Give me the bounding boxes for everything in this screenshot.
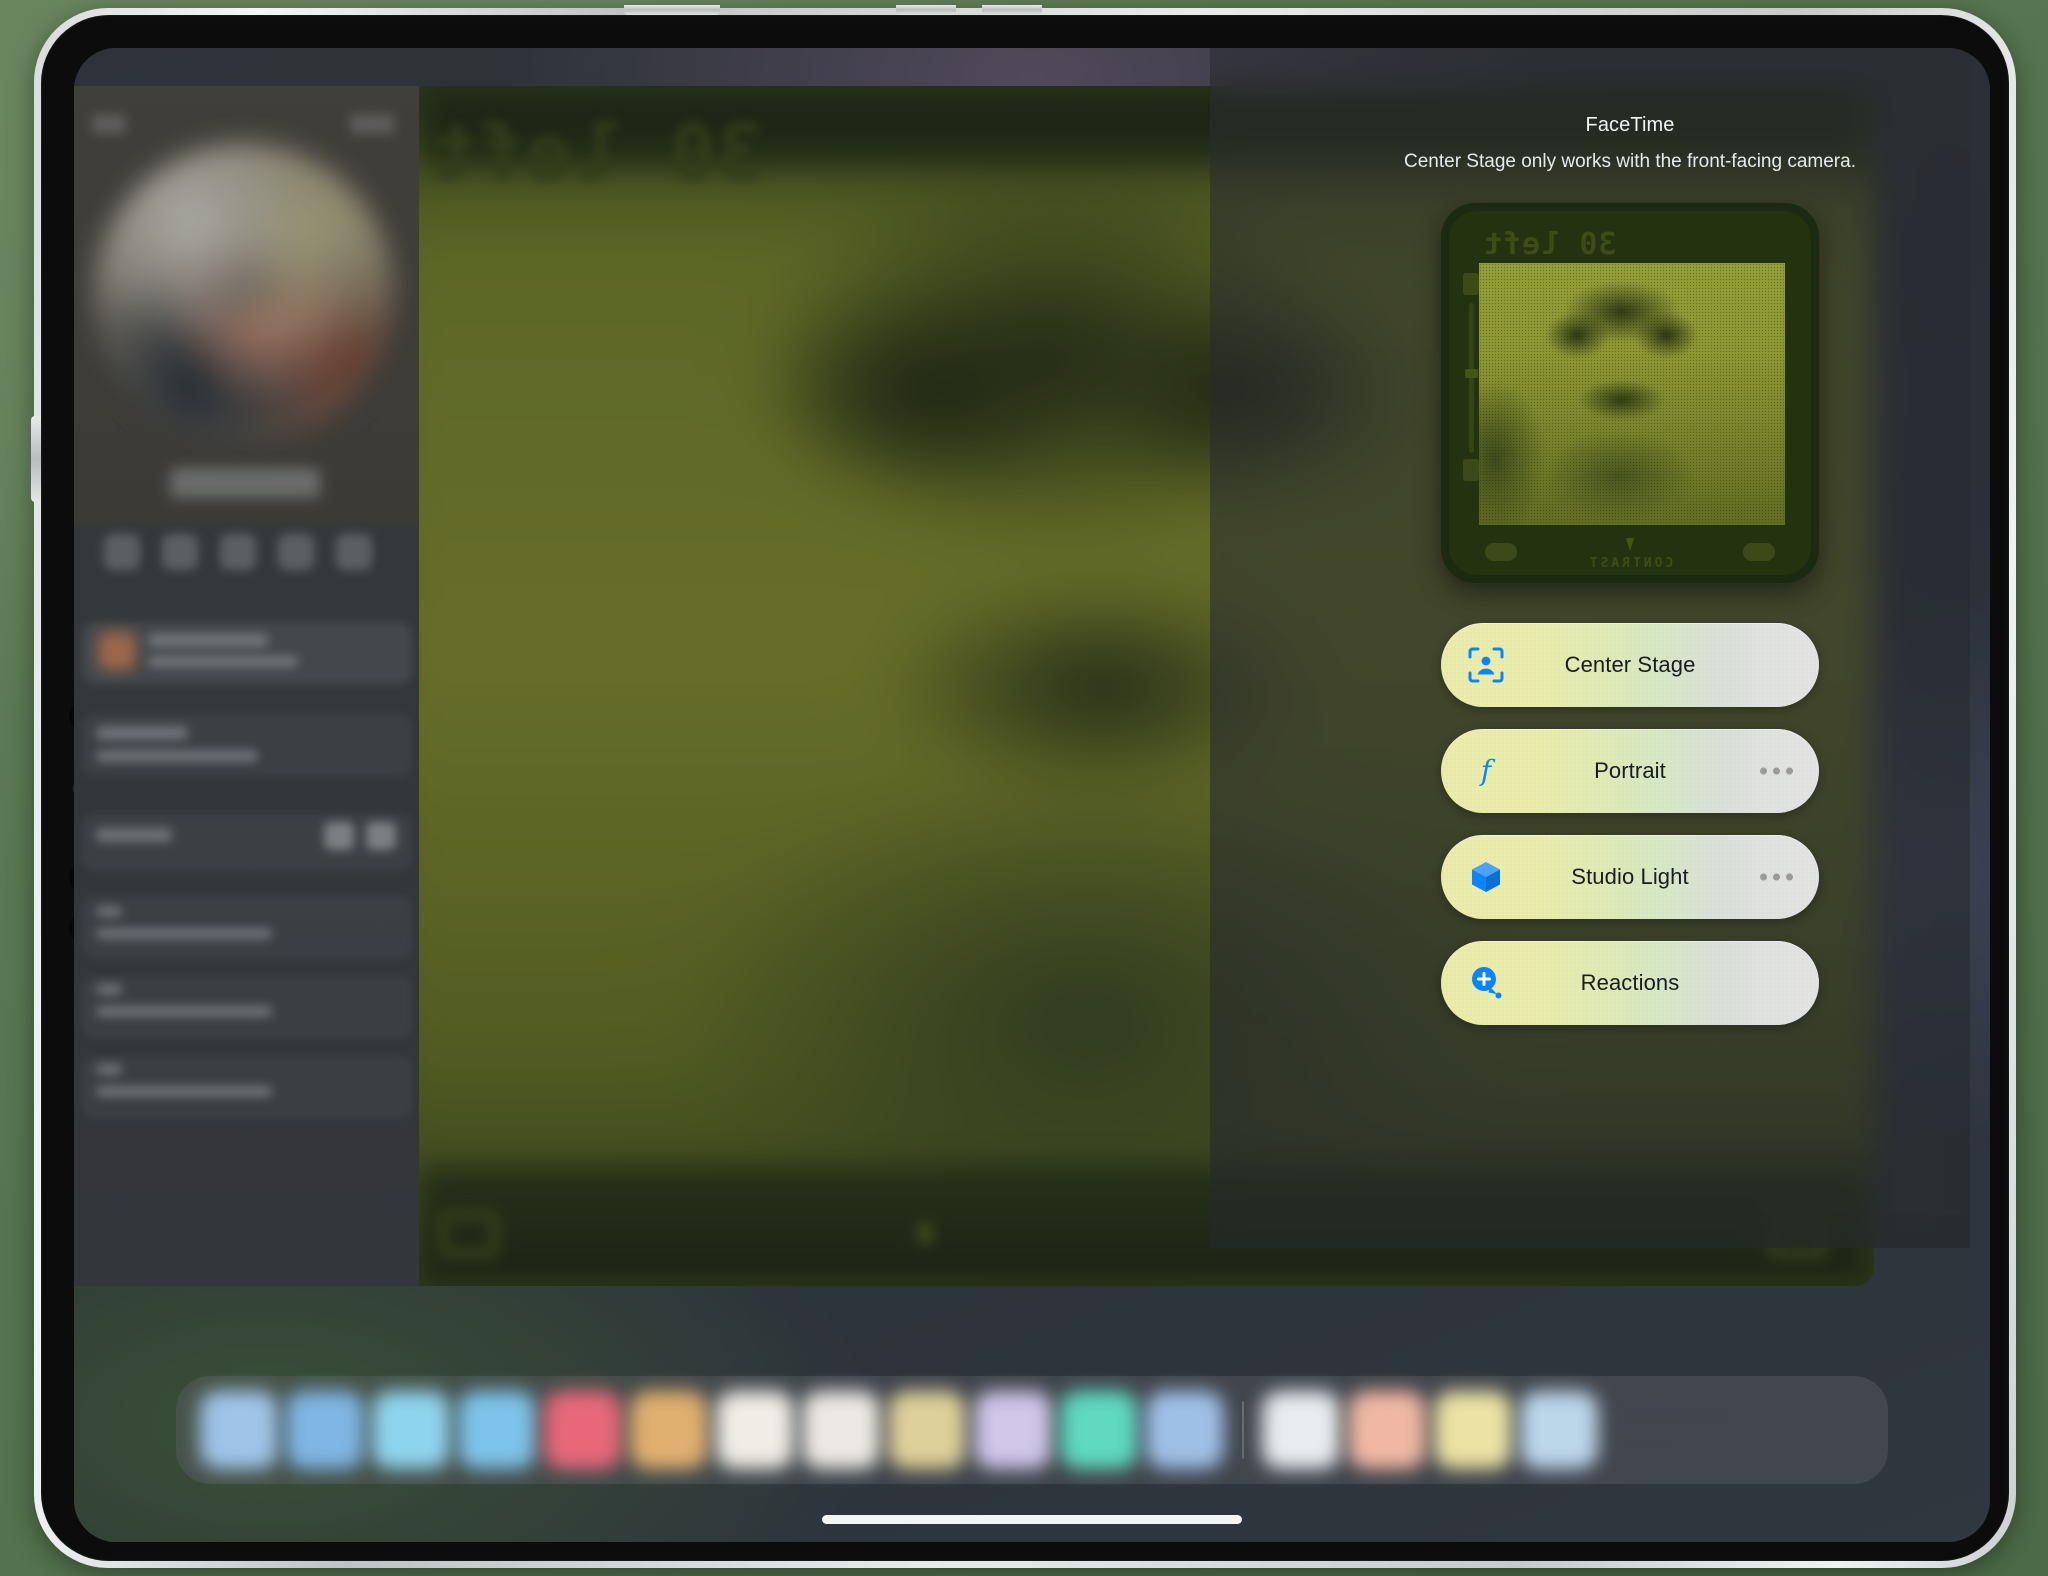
contact-action-mail-icon[interactable] xyxy=(278,534,314,570)
preview-screen: 30 left CONTRAST xyxy=(1449,211,1811,575)
list-item-label xyxy=(96,906,122,917)
dock-app-icon[interactable] xyxy=(630,1391,708,1469)
effects-list: Center Stage f Portrait Studio Light Rea… xyxy=(1441,623,1819,1025)
dock-app-icon[interactable] xyxy=(544,1391,622,1469)
effect-button-portrait[interactable]: f Portrait xyxy=(1441,729,1819,813)
dock-recent-app-icon[interactable] xyxy=(1348,1391,1426,1469)
center-stage-icon xyxy=(1465,644,1507,686)
device-bezel: 30 left FaceTime Center Stage only works… xyxy=(41,15,2009,1561)
effect-button-studio-light[interactable]: Studio Light xyxy=(1441,835,1819,919)
dock-recent-app-icon[interactable] xyxy=(1520,1391,1598,1469)
video-feed-bracket-right xyxy=(1768,1210,1828,1258)
video-feed-overlay-text: 30 left xyxy=(429,108,764,197)
dock-app-icon[interactable] xyxy=(286,1391,364,1469)
dock[interactable] xyxy=(176,1376,1888,1484)
dock-recent-app-icon[interactable] xyxy=(1262,1391,1340,1469)
panel-subtitle: Center Stage only works with the front-f… xyxy=(1404,151,1856,172)
panel-title: FaceTime xyxy=(1585,114,1675,136)
list-item-title xyxy=(148,634,268,647)
self-view-preview[interactable]: 30 left CONTRAST xyxy=(1441,203,1819,583)
contact-action-more-icon[interactable] xyxy=(336,534,372,570)
contact-name xyxy=(170,468,320,498)
list-item-label xyxy=(96,1064,122,1075)
list-item-toggle[interactable] xyxy=(324,822,354,850)
effect-options-button[interactable] xyxy=(1760,873,1793,881)
volume-up-button[interactable] xyxy=(896,5,956,15)
reactions-bubble-plus-icon xyxy=(1465,962,1507,1004)
dock-app-icon[interactable] xyxy=(458,1391,536,1469)
list-item[interactable] xyxy=(82,714,412,776)
contact-action-video-icon[interactable] xyxy=(220,534,256,570)
effect-button-center-stage[interactable]: Center Stage xyxy=(1441,623,1819,707)
dock-app-icon[interactable] xyxy=(372,1391,450,1469)
volume-down-button[interactable] xyxy=(982,5,1042,15)
preview-dither-overlay xyxy=(1479,263,1785,525)
preview-glyph-top-left xyxy=(1463,273,1479,295)
list-item-title xyxy=(96,726,188,740)
list-item-label xyxy=(96,984,122,995)
dock-app-icon[interactable] xyxy=(1060,1391,1138,1469)
preview-glyph-bottom-left xyxy=(1463,459,1479,481)
dock-app-icon[interactable] xyxy=(974,1391,1052,1469)
list-item[interactable] xyxy=(82,896,412,958)
sidebar-edit-button[interactable] xyxy=(350,114,394,134)
effect-options-button[interactable] xyxy=(1760,767,1793,775)
page-background: 30 left FaceTime Center Stage only works… xyxy=(0,0,2048,1576)
contact-action-message-icon[interactable] xyxy=(104,534,140,570)
list-item[interactable] xyxy=(82,814,412,870)
preview-contrast-knob xyxy=(1465,369,1478,378)
dock-separator xyxy=(1242,1401,1244,1459)
video-feed-bottom-bar xyxy=(419,1166,1874,1286)
svg-text:f: f xyxy=(1479,754,1496,787)
preview-center-marker xyxy=(1626,538,1634,551)
app-sidebar[interactable] xyxy=(74,86,419,1286)
list-item-toggle[interactable] xyxy=(366,822,396,850)
video-feed-bracket-left xyxy=(439,1210,499,1258)
dock-app-icon[interactable] xyxy=(888,1391,966,1469)
ipad-screen: 30 left FaceTime Center Stage only works… xyxy=(74,48,1990,1542)
contact-action-call-icon[interactable] xyxy=(162,534,198,570)
home-indicator[interactable] xyxy=(822,1515,1242,1524)
dock-app-icon[interactable] xyxy=(1146,1391,1224,1469)
video-feed-marker xyxy=(917,1222,933,1244)
preview-contrast-label: CONTRAST xyxy=(1586,556,1674,571)
list-item-value xyxy=(96,1006,272,1017)
list-item-title xyxy=(96,828,172,842)
list-item-value xyxy=(96,1086,272,1097)
sidebar-back-button[interactable] xyxy=(92,114,126,134)
ipad-device-frame: 30 left FaceTime Center Stage only works… xyxy=(31,5,2016,1568)
dock-app-icon[interactable] xyxy=(802,1391,880,1469)
contact-avatar xyxy=(94,144,394,444)
list-item-subtitle xyxy=(96,750,258,762)
preview-viewport xyxy=(1479,263,1785,525)
video-effects-panel: FaceTime Center Stage only works with th… xyxy=(1210,48,1970,1248)
dock-recent-app-icon[interactable] xyxy=(1434,1391,1512,1469)
side-button[interactable] xyxy=(31,416,41,502)
list-item-value xyxy=(96,928,272,939)
dock-app-icon[interactable] xyxy=(200,1391,278,1469)
effect-button-reactions[interactable]: Reactions xyxy=(1441,941,1819,1025)
list-item-thumbnail xyxy=(98,632,136,670)
preview-contrast-slider xyxy=(1469,303,1474,453)
list-item-subtitle xyxy=(148,656,298,667)
portrait-aperture-icon: f xyxy=(1465,750,1507,792)
dock-app-icon[interactable] xyxy=(716,1391,794,1469)
power-button[interactable] xyxy=(624,5,720,15)
preview-counter-text: 30 left xyxy=(1483,227,1617,262)
studio-light-cube-icon xyxy=(1465,856,1507,898)
